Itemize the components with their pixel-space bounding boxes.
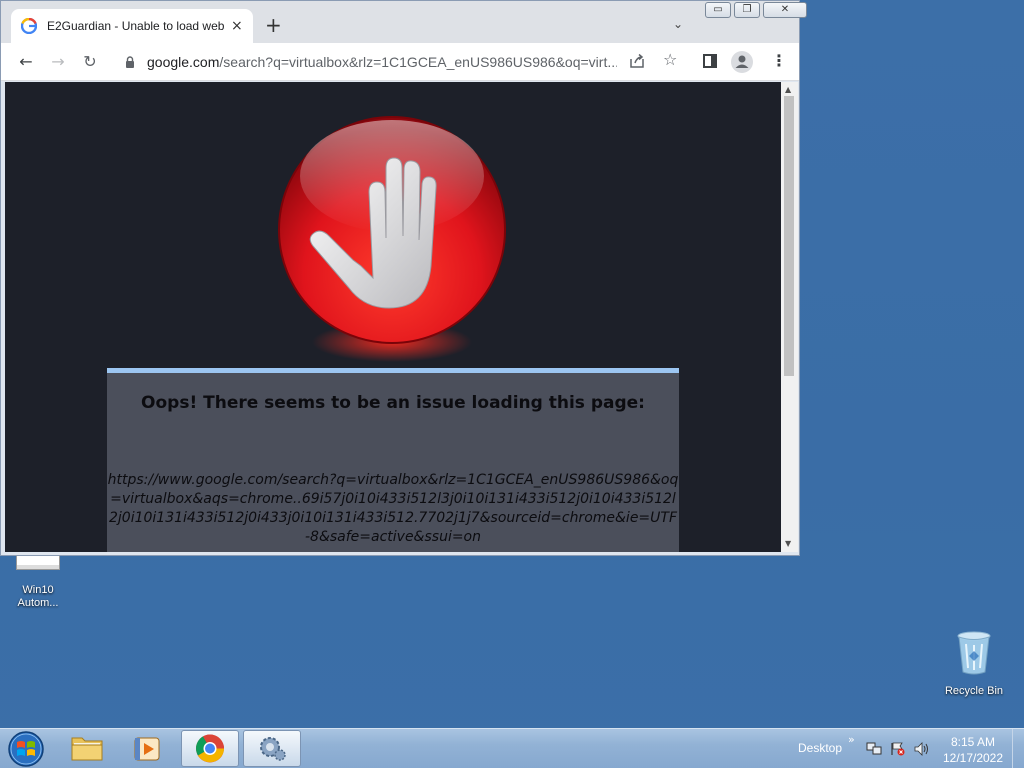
error-panel: Oops! There seems to be an issue loading… [107,368,679,552]
network-icon[interactable] [866,742,882,756]
more-menu-icon[interactable]: ⋮ [771,53,787,69]
tab-close-icon[interactable]: × [231,19,243,33]
recycle-bin-icon [957,631,991,675]
restore-button[interactable]: ❐ [734,2,760,18]
media-player-icon [134,737,160,761]
action-center-flag-icon[interactable] [890,742,906,756]
desktop-toolbar-label[interactable]: Desktop [798,741,842,755]
google-icon [21,18,37,34]
browser-window: E2Guardian - Unable to load website × + … [0,0,807,556]
tab-search-icon[interactable]: ⌄ [673,17,683,31]
folder-icon [71,737,103,761]
taskbar-settings[interactable] [243,730,301,767]
close-button[interactable]: ✕ [763,2,807,18]
desktop-icon-win10-automation[interactable]: Win10 Autom... [2,548,74,610]
toolbar-chevron-icon[interactable]: » [848,733,855,746]
stop-hand-icon [278,116,506,362]
taskbar-chrome[interactable] [181,730,239,767]
person-icon [735,55,749,68]
taskbar-media-player[interactable] [118,730,176,767]
show-desktop-button[interactable] [1012,729,1024,768]
profile-avatar-icon[interactable] [731,51,753,73]
taskbar: Desktop » 8:15 AM 12/17/2022 [0,728,1024,768]
error-heading: Oops! There seems to be an issue loading… [141,393,645,413]
scroll-down-icon[interactable]: ▼ [785,540,791,548]
lock-icon [126,56,134,68]
page-content: Oops! There seems to be an issue loading… [5,82,781,552]
clock-time: 8:15 AM [950,735,996,749]
scroll-thumb[interactable] [784,96,794,376]
taskbar-file-explorer[interactable] [58,730,116,767]
clock-date: 12/17/2022 [942,751,1004,765]
window-controls: ▭ ❐ ✕ [705,2,807,18]
desktop-icon-recycle-bin[interactable]: Recycle Bin [938,630,1010,698]
desktop-icon-label: Recycle Bin [944,685,1004,697]
volume-icon[interactable] [914,742,930,756]
side-panel-icon[interactable] [703,54,717,68]
start-button[interactable] [4,730,48,768]
address-bar[interactable]: google.com/search?q=virtualbox&rlz=1C1GC… [113,47,661,77]
chrome-icon [196,734,224,763]
tab-strip: E2Guardian - Unable to load website × + … [1,1,807,43]
tab-title: E2Guardian - Unable to load website [47,19,225,33]
tab-e2guardian[interactable]: E2Guardian - Unable to load website × [11,9,253,43]
bookmark-star-icon[interactable]: ☆ [663,52,677,68]
minimize-button[interactable]: ▭ [705,2,731,18]
back-icon[interactable]: ← [15,51,37,73]
reload-icon[interactable]: ↻ [79,51,101,73]
scroll-up-icon[interactable]: ▲ [785,86,791,94]
forward-icon[interactable]: → [47,51,69,73]
vertical-scrollbar[interactable]: ▲ ▼ [781,82,798,552]
blocked-url: https://www.google.com/search?q=virtualb… [107,472,679,545]
gears-icon [260,737,286,761]
url-host: google.com [147,54,220,70]
browser-toolbar: ← → ↻ google.com/search?q=virtualbox&rlz… [1,43,799,81]
share-icon[interactable] [629,53,645,69]
new-tab-button[interactable]: + [265,15,282,35]
url-path: /search?q=virtualbox&rlz=1C1GCEA_enUS986… [219,54,617,70]
system-clock[interactable]: 8:15 AM 12/17/2022 [938,734,1008,766]
desktop-icon-label: Win10 Autom... [17,584,59,609]
url-text: google.com/search?q=virtualbox&rlz=1C1GC… [147,54,617,70]
